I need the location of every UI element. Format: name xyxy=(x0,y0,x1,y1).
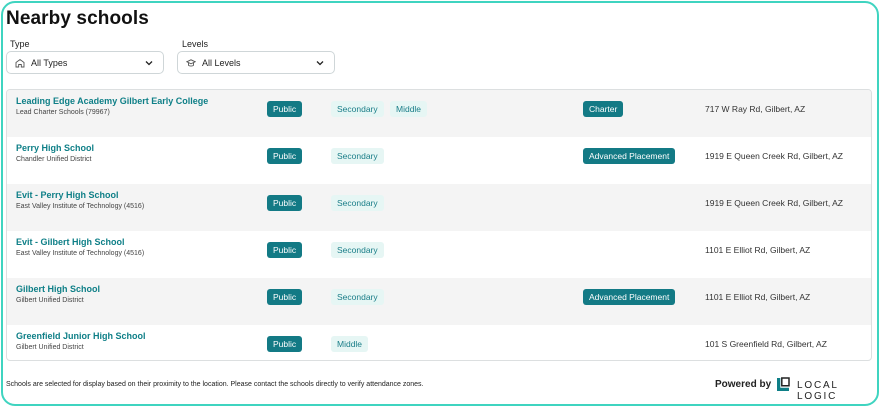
table-row[interactable]: Evit - Gilbert High School East Valley I… xyxy=(7,231,871,278)
disclaimer-note: Schools are selected for display based o… xyxy=(6,381,424,388)
powered-by-label: Powered by xyxy=(715,379,772,390)
local-logic-brand: LOCAL LOGIC xyxy=(797,380,839,402)
level-badge: Secondary xyxy=(331,195,384,211)
levels-select[interactable]: All Levels xyxy=(177,51,335,74)
level-badge: Middle xyxy=(331,336,369,352)
table-row[interactable]: Leading Edge Academy Gilbert Early Colle… xyxy=(7,90,871,137)
levels-select-value: All Levels xyxy=(202,57,241,68)
graduation-cap-icon xyxy=(186,58,196,68)
level-badge: Middle xyxy=(390,101,428,117)
type-filter-label: Type xyxy=(10,39,30,49)
school-address: 1919 E Queen Creek Rd, Gilbert, AZ xyxy=(705,198,843,208)
school-district: East Valley Institute of Technology (451… xyxy=(16,203,145,210)
school-name-link[interactable]: Greenfield Junior High School xyxy=(16,331,146,341)
program-badge: Advanced Placement xyxy=(583,148,676,164)
type-select-value: All Types xyxy=(31,57,68,68)
school-district: Gilbert Unified District xyxy=(16,297,84,304)
table-row[interactable]: Greenfield Junior High School Gilbert Un… xyxy=(7,325,871,360)
type-select[interactable]: All Types xyxy=(6,51,164,74)
school-district: Gilbert Unified District xyxy=(16,344,84,351)
school-district: Chandler Unified District xyxy=(16,156,92,163)
type-badge: Public xyxy=(267,336,303,352)
program-badge: Advanced Placement xyxy=(583,289,676,305)
type-badge: Public xyxy=(267,195,303,211)
school-address: 101 S Greenfield Rd, Gilbert, AZ xyxy=(705,339,827,349)
school-address: 1919 E Queen Creek Rd, Gilbert, AZ xyxy=(705,151,843,161)
schools-table: Leading Edge Academy Gilbert Early Colle… xyxy=(6,89,872,361)
school-district: East Valley Institute of Technology (451… xyxy=(16,250,145,257)
school-address: 1101 E Elliot Rd, Gilbert, AZ xyxy=(705,292,811,302)
school-address: 717 W Ray Rd, Gilbert, AZ xyxy=(705,104,806,114)
levels-filter-label: Levels xyxy=(182,39,209,49)
type-badge: Public xyxy=(267,242,303,258)
page-title: Nearby schools xyxy=(6,8,149,29)
type-badge: Public xyxy=(267,289,303,305)
chevron-down-icon xyxy=(143,57,155,69)
school-building-icon xyxy=(15,58,25,68)
table-row[interactable]: Gilbert High School Gilbert Unified Dist… xyxy=(7,278,871,325)
local-logic-logo-icon xyxy=(776,377,790,392)
school-name-link[interactable]: Evit - Perry High School xyxy=(16,190,119,200)
school-name-link[interactable]: Gilbert High School xyxy=(16,284,100,294)
school-district: Lead Charter Schools (79967) xyxy=(16,109,110,116)
table-row[interactable]: Evit - Perry High School East Valley Ins… xyxy=(7,184,871,231)
program-badge: Charter xyxy=(583,101,624,117)
school-name-link[interactable]: Leading Edge Academy Gilbert Early Colle… xyxy=(16,96,208,106)
chevron-down-icon xyxy=(314,57,326,69)
level-badge: Secondary xyxy=(331,242,384,258)
level-badge: Secondary xyxy=(331,289,384,305)
school-address: 1101 E Elliot Rd, Gilbert, AZ xyxy=(705,245,811,255)
level-badge: Secondary xyxy=(331,148,384,164)
type-badge: Public xyxy=(267,101,303,117)
type-badge: Public xyxy=(267,148,303,164)
school-name-link[interactable]: Evit - Gilbert High School xyxy=(16,237,125,247)
table-row[interactable]: Perry High School Chandler Unified Distr… xyxy=(7,137,871,184)
level-badge: Secondary xyxy=(331,101,384,117)
school-name-link[interactable]: Perry High School xyxy=(16,143,94,153)
